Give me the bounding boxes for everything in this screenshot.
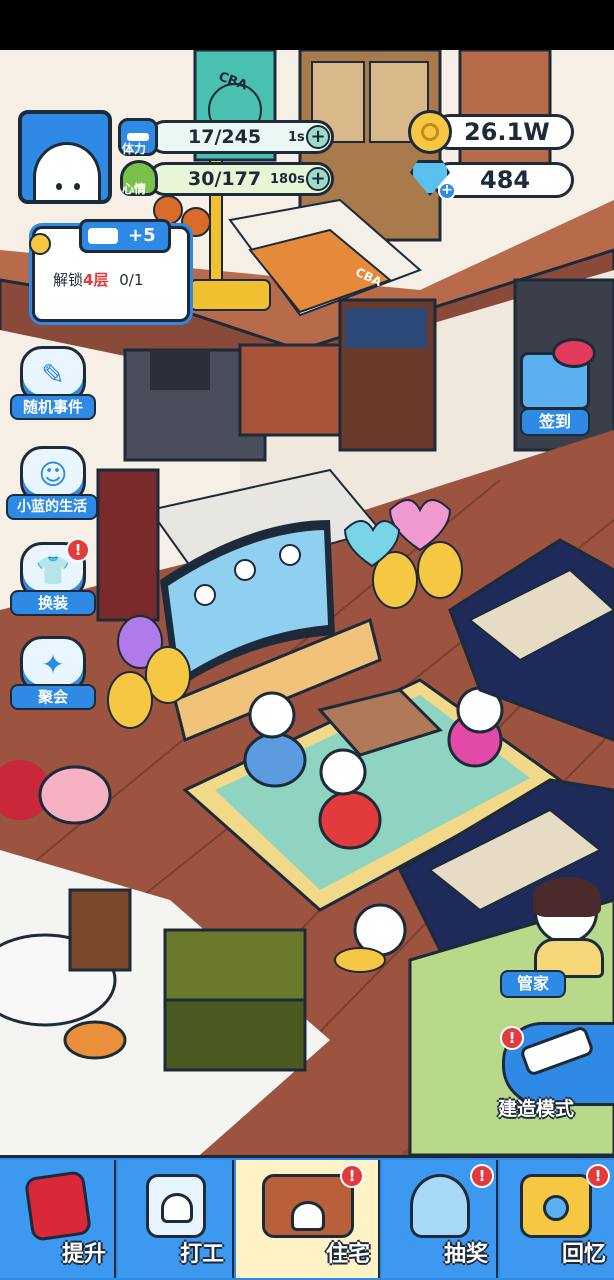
party-label: 聚会 xyxy=(10,684,96,710)
mood-add-button[interactable]: + xyxy=(306,167,330,191)
butler-button[interactable]: 管家 xyxy=(498,877,614,998)
butler-label: 管家 xyxy=(500,970,566,998)
gacha-icon xyxy=(410,1174,470,1238)
gem-value: 484 xyxy=(480,166,531,194)
stamina-label: 体力 xyxy=(122,142,147,156)
book-icon xyxy=(23,1170,93,1242)
unlock-reward-tag: +5 xyxy=(79,219,171,253)
butler-portrait-icon xyxy=(533,877,601,944)
memories-alert-badge: ! xyxy=(586,1164,610,1188)
stamina-value: 17/245 xyxy=(188,126,262,148)
gem-counter[interactable]: + 484 xyxy=(408,158,574,202)
tab-memories-label: 回忆 xyxy=(561,1242,606,1267)
unlock-task-text: 解锁4层 0/1 xyxy=(53,269,143,290)
stamina-bar[interactable]: 体力 17/245 1s + xyxy=(118,118,334,158)
avatar-eye xyxy=(56,183,62,190)
tab-upgrade[interactable]: 提升 xyxy=(0,1160,116,1278)
checkin-button[interactable]: 签到 xyxy=(512,338,604,438)
outfit-alert-badge: ! xyxy=(66,538,90,562)
gem-add-button[interactable]: + xyxy=(438,182,456,200)
tab-lottery[interactable]: ! 抽奖 xyxy=(382,1160,498,1278)
unlock-progress: 0/1 xyxy=(119,271,144,289)
outfit-label: 换装 xyxy=(10,590,96,616)
dumbbell-icon xyxy=(88,228,118,244)
unlock-text-prefix: 解锁 xyxy=(53,271,84,289)
ribbon-icon xyxy=(552,338,596,368)
gold-value: 26.1W xyxy=(464,118,550,146)
unlock-reward-value: +5 xyxy=(128,225,156,246)
lottery-alert-badge: ! xyxy=(470,1164,494,1188)
avatar-eye xyxy=(74,183,80,190)
home-alert-badge: ! xyxy=(340,1164,364,1188)
random-event-label: 随机事件 xyxy=(10,394,96,420)
tab-work-label: 打工 xyxy=(179,1242,224,1267)
bottom-nav: 提升 打工 ! 住宅 ! 抽奖 ! 回忆 xyxy=(0,1155,614,1280)
gold-counter[interactable]: 26.1W xyxy=(408,110,574,154)
stamina-timer: 1s xyxy=(288,130,305,145)
tab-memories[interactable]: ! 回忆 xyxy=(500,1160,614,1278)
unlock-task-card[interactable]: +5 解锁4层 0/1 xyxy=(29,219,190,322)
camera-icon xyxy=(520,1174,592,1238)
mood-timer: 180s xyxy=(270,172,305,187)
tab-lottery-label: 抽奖 xyxy=(443,1242,488,1267)
mood-label: 心情 xyxy=(122,182,147,196)
unlock-floor-highlight: 4层 xyxy=(83,271,109,289)
coin-icon xyxy=(29,233,51,255)
build-alert-badge: ! xyxy=(500,1026,524,1050)
mood-bar[interactable]: 心情 30/177 180s + xyxy=(118,160,334,200)
build-mode-label: 建造模式 xyxy=(498,1098,575,1120)
gold-coin-icon xyxy=(408,110,452,154)
xiaolan-life-label: 小蓝的生活 xyxy=(6,494,98,520)
avatar-face xyxy=(33,142,101,200)
house-icon xyxy=(262,1174,354,1238)
build-mode-button[interactable]: ! 建造模式 xyxy=(496,1020,614,1120)
badge-icon xyxy=(146,1174,206,1238)
stamina-add-button[interactable]: + xyxy=(306,125,330,149)
tab-upgrade-label: 提升 xyxy=(61,1242,106,1267)
tab-home[interactable]: ! 住宅 xyxy=(236,1160,380,1278)
tab-work[interactable]: 打工 xyxy=(118,1160,234,1278)
player-avatar[interactable] xyxy=(18,110,112,204)
checkin-label: 签到 xyxy=(520,408,590,436)
mood-value: 30/177 xyxy=(188,168,262,190)
tab-home-label: 住宅 xyxy=(325,1242,370,1267)
